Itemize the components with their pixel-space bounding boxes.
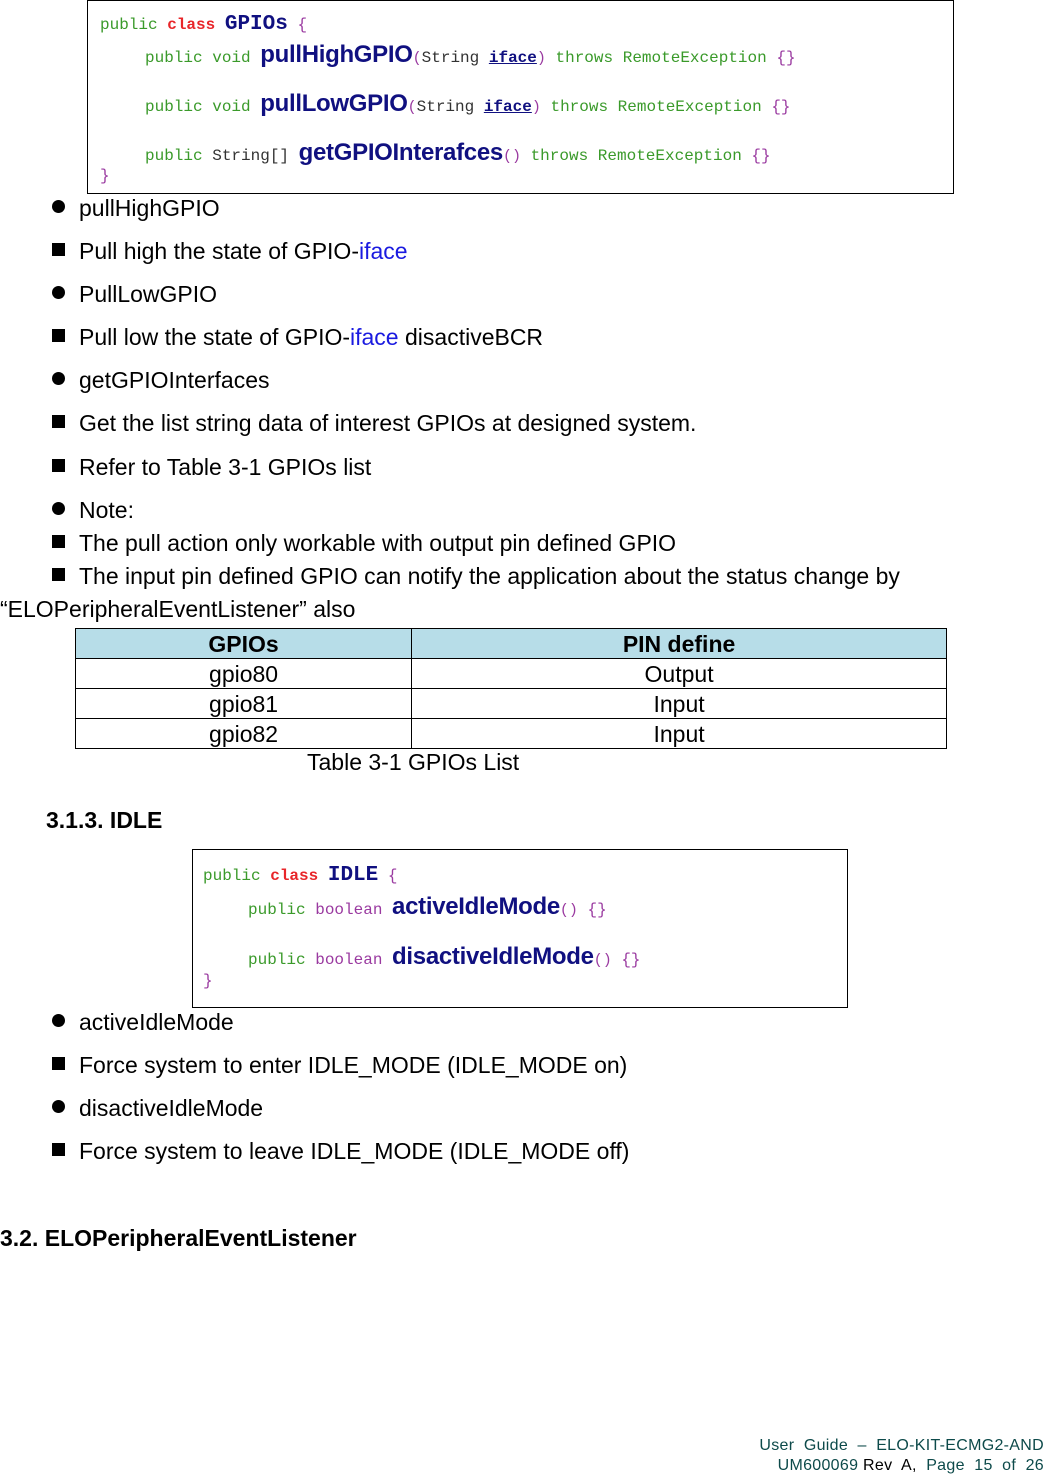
bullet-dot-icon — [52, 372, 65, 385]
bullet-dot-icon — [52, 286, 65, 299]
bullet-square-icon — [52, 535, 65, 548]
method-name: pullLowGPIO — [260, 90, 408, 117]
sub-bullet-item: Pull high the state of GPIO-iface — [52, 238, 408, 265]
code-line-method: public boolean activeIdleMode() {} — [248, 893, 607, 920]
section-heading-listener: 3.2. ELOPeripheralEventListener — [0, 1225, 357, 1251]
gpios-table: GPIOs PIN define gpio80 Output gpio81 In… — [74, 628, 947, 749]
table-caption: Table 3-1 GPIOs List — [307, 749, 520, 775]
bullet-item: getGPIOInterfaces — [52, 367, 269, 394]
column-header: PIN define — [411, 628, 947, 659]
bullet-square-icon — [52, 459, 65, 472]
footer-page-info: UM600069 Rev A, Page 15 of 26 — [777, 1457, 1044, 1474]
class-name: GPIOs — [224, 13, 288, 36]
section-heading-idle: 3.1.3. IDLE — [46, 807, 163, 833]
bullet-item: activeIdleMode — [52, 1009, 234, 1036]
code-line-close: } — [100, 167, 110, 185]
gpios-code-snippet: public class GPIOs { public void pullHig… — [87, 0, 954, 194]
bullet-dot-icon — [52, 200, 65, 213]
table-cell: Input — [411, 718, 947, 749]
bullet-square-icon — [52, 329, 65, 342]
code-line-method: public void pullHighGPIO(String iface) t… — [145, 41, 796, 68]
sub-bullet-item: Force system to enter IDLE_MODE (IDLE_MO… — [52, 1052, 627, 1079]
code-line-class: public class IDLE { — [203, 864, 398, 887]
code-line-method: public boolean disactiveIdleMode() {} — [248, 943, 641, 970]
sub-bullet-item: Force system to leave IDLE_MODE (IDLE_MO… — [52, 1138, 629, 1165]
sub-bullet-item: The input pin defined GPIO can notify th… — [52, 563, 900, 590]
table-row: gpio82 Input — [74, 718, 947, 749]
column-header: GPIOs — [74, 628, 413, 659]
sub-bullet-item: The pull action only workable with outpu… — [52, 530, 676, 557]
table-cell: Output — [411, 658, 947, 689]
bullet-item: pullHighGPIO — [52, 195, 220, 222]
bullet-item: PullLowGPIO — [52, 281, 217, 308]
idle-code-snippet: public class IDLE { public boolean activ… — [192, 849, 848, 1008]
code-line-method: public void pullLowGPIO(String iface) th… — [145, 90, 791, 117]
footer-title: User Guide – ELO-KIT-ECMG2-AND — [759, 1437, 1044, 1454]
bullet-item: Note: — [52, 497, 134, 524]
table-header-row: GPIOs PIN define — [74, 628, 947, 659]
class-name: IDLE — [327, 864, 379, 887]
table-row: gpio80 Output — [74, 658, 947, 689]
table-cell: gpio82 — [74, 718, 413, 749]
bullet-dot-icon — [52, 1014, 65, 1027]
table-cell: gpio80 — [74, 658, 413, 689]
bullet-square-icon — [52, 415, 65, 428]
code-line-close: } — [203, 972, 213, 990]
code-line-method: public String[] getGPIOInterafces() thro… — [145, 139, 771, 166]
table-cell: gpio81 — [74, 688, 413, 719]
table-row: gpio81 Input — [74, 688, 947, 719]
method-name: activeIdleMode — [392, 893, 560, 920]
note-continuation: “ELOPeripheralEventListener” also — [0, 596, 356, 622]
bullet-square-icon — [52, 1057, 65, 1070]
table-cell: Input — [411, 688, 947, 719]
bullet-square-icon — [52, 568, 65, 581]
method-name: getGPIOInterafces — [298, 139, 504, 166]
bullet-dot-icon — [52, 1100, 65, 1113]
bullet-item: disactiveIdleMode — [52, 1095, 263, 1122]
method-name: disactiveIdleMode — [392, 943, 594, 970]
sub-bullet-item: Get the list string data of interest GPI… — [52, 410, 696, 437]
bullet-square-icon — [52, 243, 65, 256]
bullet-dot-icon — [52, 502, 65, 515]
code-line-class: public class GPIOs { — [100, 13, 308, 36]
sub-bullet-item: Refer to Table 3-1 GPIOs list — [52, 454, 371, 481]
sub-bullet-item: Pull low the state of GPIO-iface disacti… — [52, 324, 543, 351]
method-name: pullHighGPIO — [260, 41, 413, 68]
bullet-square-icon — [52, 1143, 65, 1156]
